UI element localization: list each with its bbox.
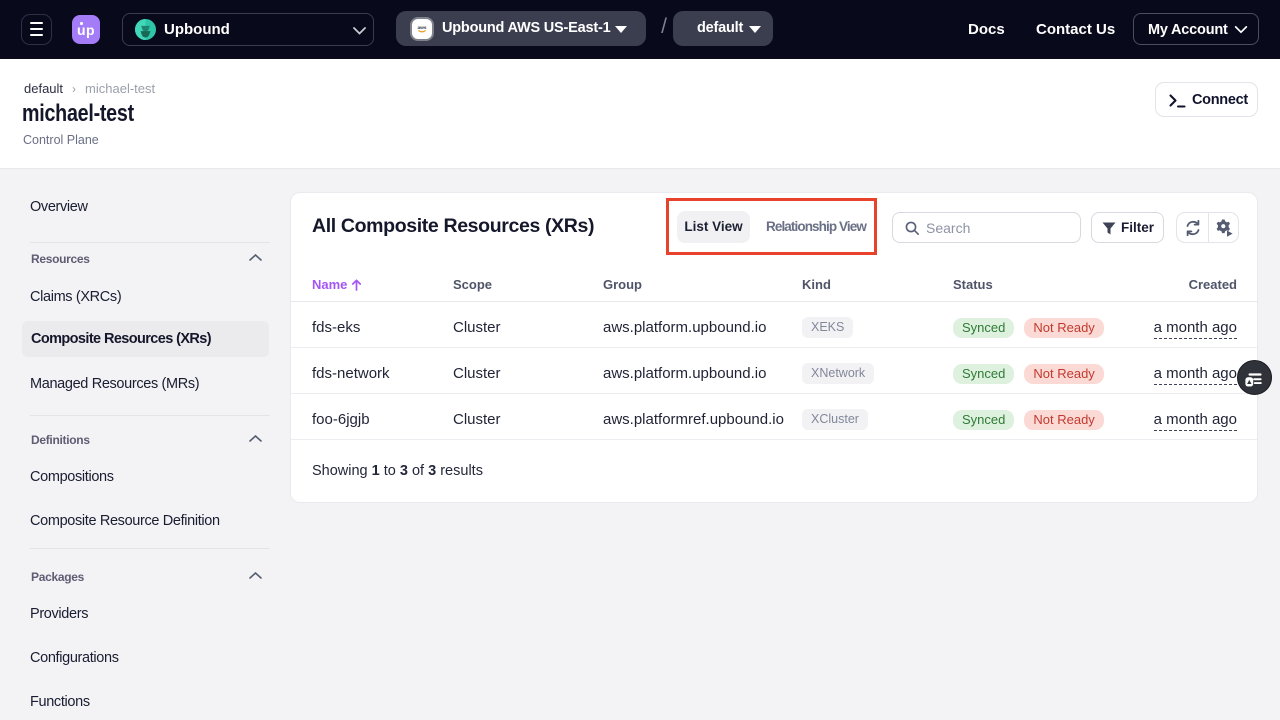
svg-text:aws: aws [417, 26, 426, 31]
